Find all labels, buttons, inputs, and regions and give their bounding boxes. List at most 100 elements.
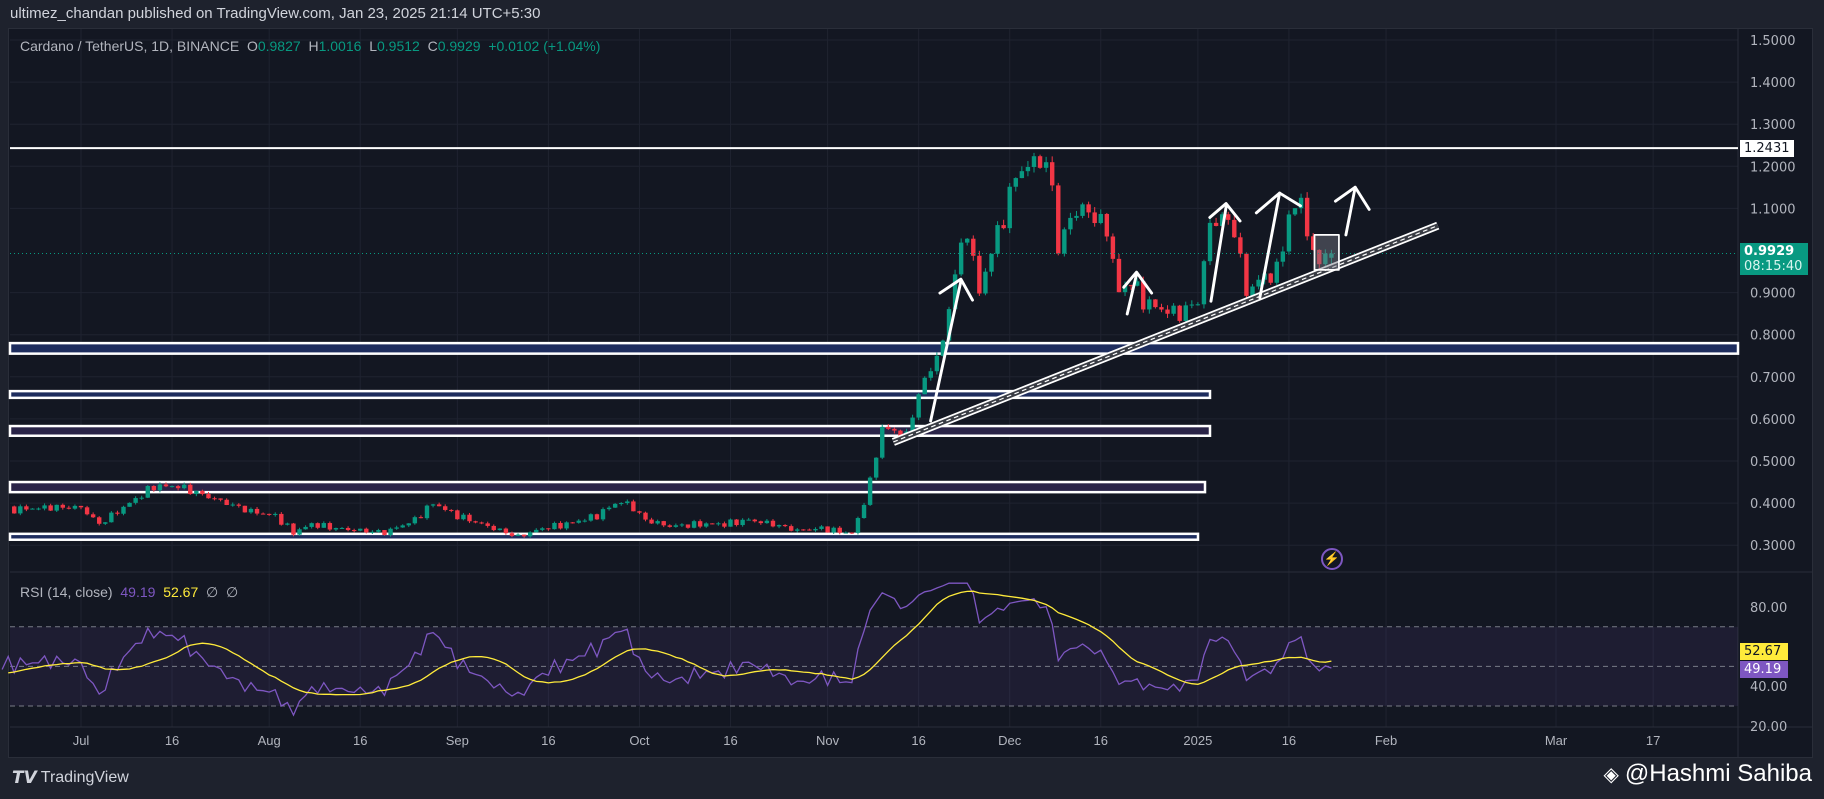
time-tick-label: Nov: [816, 733, 840, 748]
support-zone: [8, 532, 1200, 541]
candle-body: [910, 417, 915, 432]
candle-body: [315, 523, 320, 528]
candle-body: [643, 512, 648, 520]
candle-body: [455, 510, 460, 520]
candle-body: [977, 255, 982, 294]
candle-body: [1037, 156, 1043, 168]
candle-body: [867, 477, 873, 505]
candle-body: [886, 426, 891, 429]
candle-body: [570, 522, 575, 524]
candle-body: [928, 371, 933, 378]
candle-body: [655, 521, 660, 524]
time-tick-label: 16: [1094, 733, 1108, 748]
candle-body: [898, 430, 903, 438]
price-tick-label: 1.1000: [1750, 202, 1796, 217]
candle-body: [558, 522, 563, 529]
candle-body: [819, 526, 824, 529]
price-tick-label: 0.6000: [1750, 413, 1796, 428]
time-tick-label: Sep: [446, 733, 469, 748]
tradingview-brand[interactable]: TradingView: [41, 769, 129, 787]
candle-body: [1298, 197, 1304, 209]
candle-body: [582, 520, 588, 522]
candle-body: [1025, 166, 1031, 172]
candle-body: [752, 519, 757, 522]
candle-body: [467, 514, 472, 522]
candle-body: [145, 485, 150, 498]
time-tick-label: 16: [353, 733, 367, 748]
candle-body: [103, 522, 108, 524]
rsi-legend[interactable]: RSI (14, close) 49.19 52.67 ∅ ∅: [20, 584, 238, 601]
candle-body: [1019, 171, 1025, 179]
candle-body: [1128, 285, 1134, 287]
candle-body: [266, 513, 272, 515]
price-chart[interactable]: Jul 16 Aug 16 Sep 16 Oct 16 Nov 16 Dec 16 2025 16 Feb M…: [0, 0, 1824, 799]
candle-body: [139, 497, 144, 499]
candle-body: [78, 505, 84, 508]
candle-body: [236, 504, 242, 506]
candle-body: [497, 528, 503, 531]
candle-body: [710, 523, 715, 525]
candle-body: [151, 485, 157, 491]
candle-body: [1050, 162, 1055, 186]
rsi-na-1: ∅: [206, 584, 219, 600]
candle-body: [200, 490, 205, 495]
candle-body: [576, 520, 581, 523]
candle-body: [1068, 217, 1073, 230]
candle-body: [449, 509, 454, 511]
candle-body: [606, 507, 612, 510]
candle-body: [430, 504, 436, 506]
candle-body: [1189, 304, 1195, 306]
close-label: C: [427, 38, 438, 54]
candle-body: [552, 522, 557, 530]
candle-body: [12, 506, 17, 514]
candle-body: [175, 486, 181, 489]
time-tick-label: 16: [1282, 733, 1296, 748]
candle-body: [42, 505, 47, 509]
watermark-text: @Hashmi Sahiba: [1624, 760, 1812, 787]
candle-body: [1104, 213, 1110, 237]
candle-body: [588, 514, 594, 521]
candle-body: [728, 519, 733, 527]
candle-body: [825, 526, 830, 533]
rsi-tick-label: 40.00: [1750, 680, 1787, 695]
close-value: 0.9929: [437, 38, 481, 54]
candle-body: [479, 522, 484, 524]
open-label: O: [246, 38, 258, 54]
candle-body: [406, 523, 411, 526]
candle-body: [66, 507, 72, 509]
candle-body: [758, 521, 764, 524]
candle-body: [1134, 281, 1140, 286]
candle-body: [521, 534, 527, 537]
candle-body: [206, 494, 211, 499]
lightning-icon[interactable]: ⚡: [1321, 548, 1343, 570]
candle-body: [109, 512, 114, 523]
time-tick-label: Aug: [258, 733, 281, 748]
candle-body: [303, 526, 308, 530]
time-tick-label: 16: [541, 733, 555, 748]
candle-body: [1268, 273, 1273, 283]
candle-body: [1262, 273, 1267, 280]
candle-body: [546, 528, 551, 530]
time-tick-label: 17: [1646, 733, 1660, 748]
symbol-name[interactable]: Cardano / TetherUS, 1D, BINANCE: [20, 38, 239, 54]
candle-body: [1317, 249, 1322, 265]
candle-body: [1207, 222, 1213, 262]
candle-body: [527, 532, 533, 537]
candle-body: [1274, 261, 1279, 283]
candle-body: [424, 505, 430, 519]
candle-body: [849, 532, 855, 534]
candle-body: [491, 525, 496, 531]
candle-body: [218, 498, 223, 500]
candle-body: [364, 528, 369, 533]
candle-body: [24, 506, 29, 510]
candle-body: [254, 508, 260, 514]
time-tick-label: Oct: [629, 733, 650, 748]
candle-body: [1201, 261, 1207, 305]
candle-body: [1110, 236, 1116, 259]
candle-body: [72, 505, 78, 509]
support-zone: [8, 424, 1212, 437]
candle-body: [1007, 186, 1012, 229]
candle-body: [788, 526, 794, 531]
price-tick-label: 1.2000: [1750, 160, 1796, 175]
candle-body: [188, 484, 193, 495]
